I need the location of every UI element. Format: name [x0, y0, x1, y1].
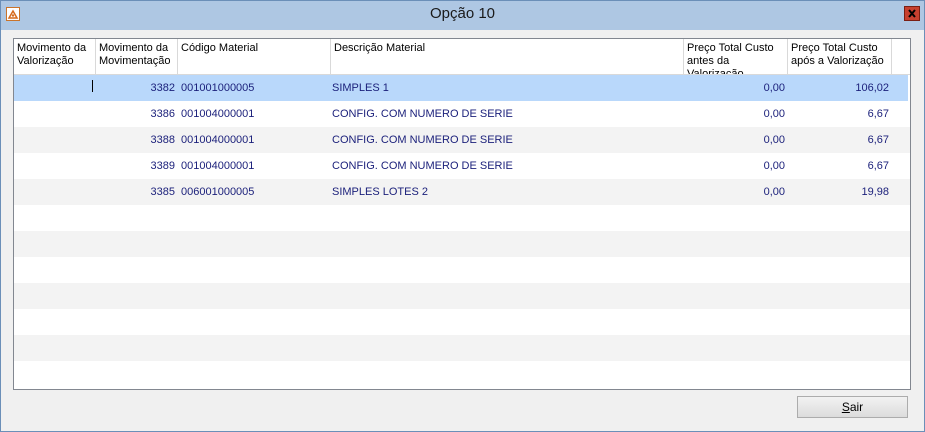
grid-header: Movimento da Valorização Movimento da Mo…	[14, 39, 910, 75]
cell-mov-movimentacao: 3388	[150, 134, 175, 146]
cell-descricao: CONFIG. COM NUMERO DE SERIE	[332, 160, 513, 172]
exit-button-accelerator: S	[841, 400, 850, 414]
empty-row	[14, 205, 910, 231]
cell-descricao: CONFIG. COM NUMERO DE SERIE	[332, 108, 513, 120]
text-cursor	[92, 80, 93, 92]
cell-preco-antes: 0,00	[763, 108, 785, 120]
exit-button-label: air	[849, 400, 864, 414]
results-grid[interactable]: Movimento da Valorização Movimento da Mo…	[13, 38, 911, 390]
column-header-codigo-material[interactable]: Código Material	[178, 39, 331, 74]
table-row[interactable]: 3386 001004000001 CONFIG. COM NUMERO DE …	[14, 101, 910, 127]
cell-mov-movimentacao: 3385	[150, 186, 175, 198]
column-header-mov-valorizacao[interactable]: Movimento da Valorização	[14, 39, 96, 74]
cell-descricao: CONFIG. COM NUMERO DE SERIE	[332, 134, 513, 146]
empty-row	[14, 361, 910, 387]
cell-mov-movimentacao: 3389	[150, 160, 175, 172]
close-icon	[908, 9, 916, 18]
cell-descricao: SIMPLES 1	[332, 82, 389, 94]
empty-row	[14, 309, 910, 335]
cell-codigo: 001001000005	[181, 82, 255, 94]
cell-codigo: 001004000001	[181, 108, 255, 120]
cell-codigo: 001004000001	[181, 134, 255, 146]
cell-mov-movimentacao: 3382	[150, 82, 175, 94]
window-title: Opção 10	[429, 5, 496, 22]
column-header-descricao-material[interactable]: Descrição Material	[331, 39, 684, 74]
cell-codigo: 006001000005	[181, 186, 255, 198]
cell-codigo: 001004000001	[181, 160, 255, 172]
exit-button[interactable]: Sair	[797, 396, 908, 418]
column-header-preco-antes[interactable]: Preço Total Custo antes da Valorização	[684, 39, 788, 74]
cell-preco-apos: 6,67	[867, 160, 889, 172]
cell-preco-antes: 0,00	[763, 186, 785, 198]
close-button[interactable]	[904, 6, 920, 21]
table-row[interactable]: 3389 001004000001 CONFIG. COM NUMERO DE …	[14, 153, 910, 179]
cell-preco-antes: 0,00	[763, 160, 785, 172]
cell-preco-apos: 19,98	[861, 186, 889, 198]
empty-row	[14, 283, 910, 309]
cell-preco-antes: 0,00	[763, 82, 785, 94]
cell-preco-apos: 106,02	[855, 82, 889, 94]
empty-row	[14, 335, 910, 361]
table-row[interactable]: 3388 001004000001 CONFIG. COM NUMERO DE …	[14, 127, 910, 153]
table-row[interactable]: 3382 001001000005 SIMPLES 1 0,00 106,02	[14, 75, 908, 101]
table-row[interactable]: 3385 006001000005 SIMPLES LOTES 2 0,00 1…	[14, 179, 910, 205]
cell-preco-apos: 6,67	[867, 108, 889, 120]
cell-preco-apos: 6,67	[867, 134, 889, 146]
title-bar[interactable]: Opção 10	[1, 1, 924, 30]
cell-preco-antes: 0,00	[763, 134, 785, 146]
empty-row	[14, 257, 910, 283]
cell-mov-movimentacao: 3386	[150, 108, 175, 120]
column-header-preco-apos[interactable]: Preço Total Custo após a Valorização	[788, 39, 892, 74]
column-header-mov-movimentacao[interactable]: Movimento da Movimentação	[96, 39, 178, 74]
cell-descricao: SIMPLES LOTES 2	[332, 186, 428, 198]
empty-row	[14, 231, 910, 257]
